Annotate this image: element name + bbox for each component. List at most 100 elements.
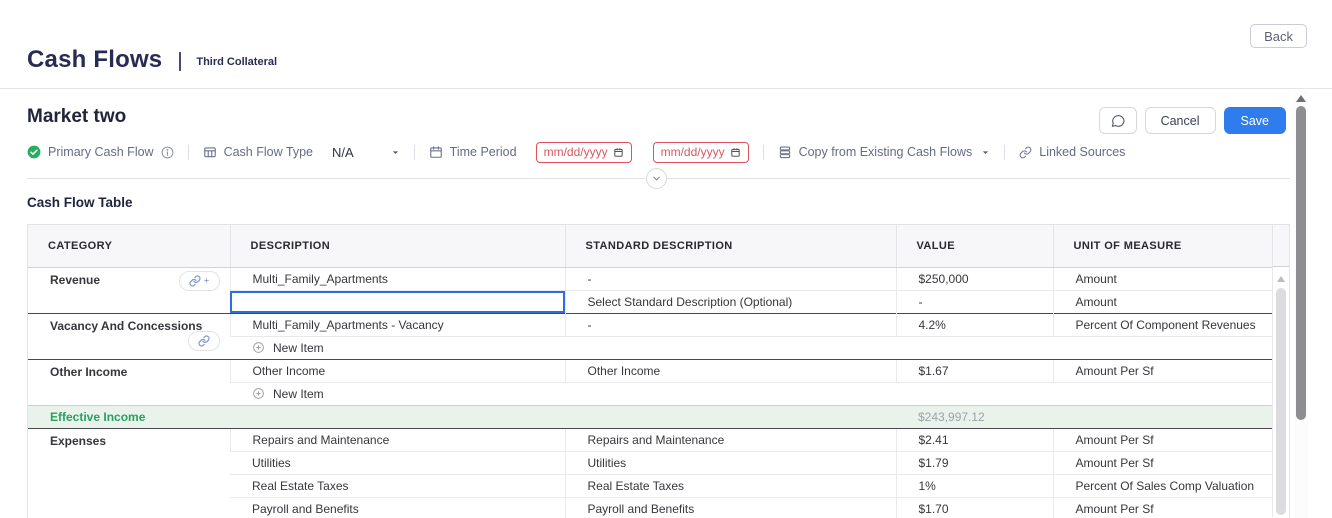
calendar-icon (429, 145, 443, 159)
table-scrollbar-header-spacer (1272, 225, 1289, 267)
cashflow-table-head-row: CATEGORYDESCRIPTIONSTANDARD DESCRIPTIONV… (28, 225, 1273, 267)
time-period-group: Time Period mm/dd/yyyy mm/dd/yyyy (429, 142, 749, 163)
cash-flow-type-dropdown[interactable]: Cash Flow Type N/A (203, 145, 400, 160)
scroll-up-arrow-icon[interactable] (1277, 276, 1285, 282)
end-date-placeholder: mm/dd/yyyy (661, 145, 725, 159)
time-period-label: Time Period (450, 145, 517, 159)
primary-cash-flow-toggle[interactable]: Primary Cash Flow (27, 145, 174, 159)
date-picker-icon[interactable] (730, 147, 741, 158)
link-plus-icon[interactable] (179, 271, 220, 291)
standard-description-cell[interactable]: Utilities (565, 451, 896, 474)
new-item-button[interactable]: New Item (230, 382, 1273, 405)
page-header: Cash Flows Third Collateral (27, 46, 277, 74)
unit-cell[interactable]: Percent Of Component Revenues (1053, 313, 1273, 336)
date-picker-icon[interactable] (613, 147, 624, 158)
cash-flow-name: Market two (27, 106, 126, 128)
standard-description-cell[interactable]: Payroll and Benefits (565, 497, 896, 518)
summary-cell (565, 405, 896, 428)
column-header-category: CATEGORY (28, 225, 230, 267)
standard-description-cell[interactable]: - (565, 267, 896, 290)
chevron-down-icon (651, 173, 662, 184)
page-title: Cash Flows (27, 46, 162, 74)
copy-existing-label: Copy from Existing Cash Flows (799, 145, 973, 159)
standard-description-cell[interactable]: Select Standard Description (Optional) (565, 290, 896, 313)
unit-cell[interactable]: Amount Per Sf (1053, 451, 1273, 474)
value-cell[interactable]: $1.67 (896, 359, 1053, 382)
cash-flow-table: CATEGORYDESCRIPTIONSTANDARD DESCRIPTIONV… (27, 224, 1290, 518)
breadcrumb: Third Collateral (196, 56, 277, 68)
description-cell[interactable]: Multi_Family_Apartments - Vacancy (230, 313, 565, 336)
standard-description-cell[interactable]: - (565, 313, 896, 336)
info-icon[interactable] (161, 146, 174, 159)
unit-cell[interactable]: Amount (1053, 290, 1273, 313)
chevron-down-icon (391, 148, 400, 157)
value-cell[interactable]: 1% (896, 474, 1053, 497)
unit-cell[interactable]: Amount (1053, 267, 1273, 290)
unit-cell[interactable]: Amount Per Sf (1053, 428, 1273, 451)
column-header-standard-description: STANDARD DESCRIPTION (565, 225, 896, 267)
link-icon[interactable] (188, 331, 220, 351)
description-cell[interactable]: Repairs and Maintenance (230, 428, 565, 451)
table-scrollbar-thumb[interactable] (1276, 288, 1286, 515)
save-button[interactable]: Save (1224, 107, 1287, 134)
description-cell[interactable]: Other Income (230, 359, 565, 382)
cashflow-table-body: RevenueMulti_Family_Apartments-$250,000A… (28, 267, 1273, 518)
toolbar-divider (763, 145, 764, 160)
collapse-toolbar-button[interactable] (646, 168, 667, 189)
value-cell[interactable]: - (896, 290, 1053, 313)
comment-bubble-icon (1110, 113, 1126, 129)
standard-description-cell[interactable]: Other Income (565, 359, 896, 382)
table-row: Effective Income$243,997.12 (28, 405, 1273, 428)
description-cell[interactable]: Payroll and Benefits (230, 497, 565, 518)
toolbar-divider (414, 145, 415, 160)
table-row: Other IncomeOther IncomeOther Income$1.6… (28, 359, 1273, 382)
table-section-title: Cash Flow Table (27, 195, 133, 210)
summary-cell (230, 405, 565, 428)
start-date-placeholder: mm/dd/yyyy (544, 145, 608, 159)
page-scrollbar-thumb[interactable] (1296, 106, 1306, 420)
table-scrollbar-track[interactable] (1272, 267, 1289, 517)
category-label: Vacancy And Concessions (50, 319, 202, 333)
end-date-input[interactable]: mm/dd/yyyy (653, 142, 749, 163)
new-item-label: New Item (273, 341, 324, 355)
description-cell[interactable] (230, 290, 565, 313)
new-item-label: New Item (273, 387, 324, 401)
description-cell[interactable]: Real Estate Taxes (230, 474, 565, 497)
value-cell[interactable]: $1.70 (896, 497, 1053, 518)
new-item-button[interactable]: New Item (230, 336, 1273, 359)
toolbar-divider (1004, 145, 1005, 160)
value-cell[interactable]: $250,000 (896, 267, 1053, 290)
value-cell[interactable]: 4.2% (896, 313, 1053, 336)
summary-cell (1053, 405, 1273, 428)
description-cell[interactable]: Multi_Family_Apartments (230, 267, 565, 290)
table-grid-icon (203, 145, 217, 159)
cash-flow-type-value: N/A (332, 145, 354, 160)
value-cell[interactable]: $1.79 (896, 451, 1053, 474)
check-circle-icon (27, 145, 41, 159)
cash-flows-page: Back Cash Flows Third Collateral Market … (0, 0, 1332, 518)
table-scrollbar[interactable] (1272, 225, 1289, 518)
standard-description-cell[interactable]: Repairs and Maintenance (565, 428, 896, 451)
unit-cell[interactable]: Percent Of Sales Comp Valuation (1053, 474, 1273, 497)
linked-sources-button[interactable]: Linked Sources (1019, 145, 1125, 159)
page-scrollbar[interactable] (1294, 90, 1308, 518)
cancel-button[interactable]: Cancel (1145, 107, 1216, 134)
category-cell: Other Income (28, 359, 230, 405)
value-cell[interactable]: $2.41 (896, 428, 1053, 451)
description-cell[interactable]: Utilities (230, 451, 565, 474)
scroll-up-arrow-icon[interactable] (1296, 95, 1306, 102)
header-divider (0, 88, 1332, 89)
summary-label-cell: Effective Income (28, 405, 230, 428)
toolbar-divider (188, 145, 189, 160)
unit-cell[interactable]: Amount Per Sf (1053, 497, 1273, 518)
copy-existing-dropdown[interactable]: Copy from Existing Cash Flows (778, 145, 991, 159)
standard-description-cell[interactable]: Real Estate Taxes (565, 474, 896, 497)
back-button[interactable]: Back (1250, 24, 1307, 48)
market-actions: Cancel Save (1099, 107, 1286, 134)
comment-button[interactable] (1099, 107, 1137, 134)
link-icon (1019, 146, 1032, 159)
unit-cell[interactable]: Amount Per Sf (1053, 359, 1273, 382)
category-label: Revenue (50, 273, 100, 287)
table-row: Revenue Multi_Family_Apartments-$250,000A… (28, 267, 1273, 290)
start-date-input[interactable]: mm/dd/yyyy (536, 142, 632, 163)
